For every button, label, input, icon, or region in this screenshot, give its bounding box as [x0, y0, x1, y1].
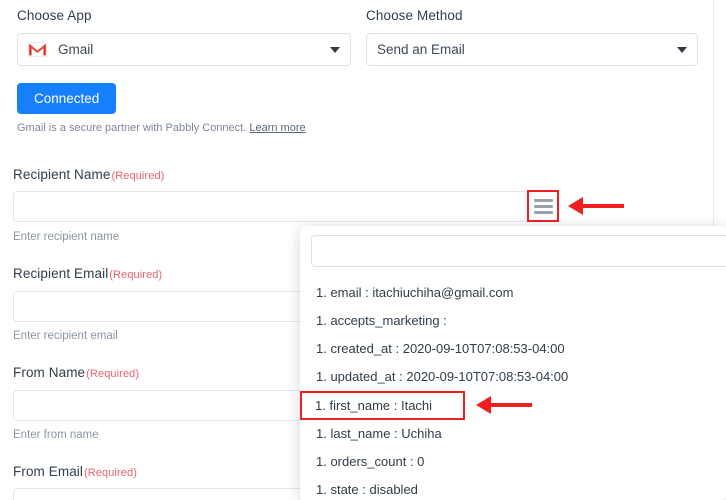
list-item[interactable]: 1. state : disabled — [300, 476, 726, 500]
choose-method-label: Choose Method — [366, 8, 463, 23]
gmail-icon — [28, 42, 47, 57]
from-name-label-text: From Name — [13, 365, 86, 380]
dropdown-search-input[interactable] — [311, 235, 726, 267]
list-item[interactable]: 1. created_at : 2020-09-10T07:08:53-04:0… — [300, 335, 726, 363]
partner-note-text: Gmail is a secure partner with Pabbly Co… — [17, 122, 247, 134]
recipient-name-input[interactable] — [13, 191, 543, 222]
required-marker: (Required) — [109, 269, 163, 281]
required-marker: (Required) — [86, 368, 140, 380]
hamburger-icon — [533, 198, 553, 214]
list-item[interactable]: 1. last_name : Uchiha — [300, 420, 726, 448]
choose-app-select[interactable]: Gmail — [17, 33, 351, 66]
required-marker: (Required) — [84, 467, 137, 479]
from-email-label-text: From Email — [13, 464, 84, 479]
recipient-name-helper: Enter recipient name — [13, 231, 120, 243]
list-item[interactable]: 1. updated_at : 2020-09-10T07:08:53-04:0… — [300, 363, 726, 391]
choose-method-value: Send an Email — [377, 42, 465, 57]
workflow-step-panel: Choose App Gmail Connected Gmail is a se… — [0, 0, 726, 500]
required-marker: (Required) — [111, 170, 165, 182]
field-mapping-dropdown: 1. email : itachiuchiha@gmail.com 1. acc… — [300, 226, 726, 500]
list-item[interactable]: 1. orders_count : 0 — [300, 448, 726, 476]
choose-app-value: Gmail — [58, 42, 94, 57]
partner-note: Gmail is a secure partner with Pabbly Co… — [17, 122, 306, 134]
list-item[interactable]: 1. accepts_marketing : — [300, 307, 726, 335]
recipient-email-label-text: Recipient Email — [13, 266, 109, 281]
choose-app-label: Choose App — [17, 8, 92, 23]
recipient-email-helper: Enter recipient email — [13, 330, 118, 342]
learn-more-link[interactable]: Learn more — [249, 122, 305, 134]
from-email-label: From Email(Required) — [13, 464, 137, 479]
list-item[interactable]: 1. email : itachiuchiha@gmail.com — [300, 279, 726, 307]
recipient-name-label: Recipient Name(Required) — [13, 167, 164, 182]
chevron-down-icon — [677, 46, 687, 53]
from-name-label: From Name(Required) — [13, 365, 139, 380]
dropdown-item-list: 1. email : itachiuchiha@gmail.com 1. acc… — [300, 279, 726, 500]
field-mapping-button[interactable] — [527, 190, 559, 222]
recipient-email-label: Recipient Email(Required) — [13, 266, 162, 281]
recipient-name-label-text: Recipient Name — [13, 167, 111, 182]
from-name-helper: Enter from name — [13, 429, 99, 441]
chevron-down-icon — [330, 46, 340, 53]
arrow-to-mapping-button — [568, 197, 624, 215]
list-item-first-name[interactable]: 1. first_name : Itachi — [300, 391, 465, 420]
choose-method-select[interactable]: Send an Email — [366, 33, 698, 66]
arrow-to-first-name-item — [476, 396, 532, 414]
connected-button[interactable]: Connected — [17, 83, 117, 114]
